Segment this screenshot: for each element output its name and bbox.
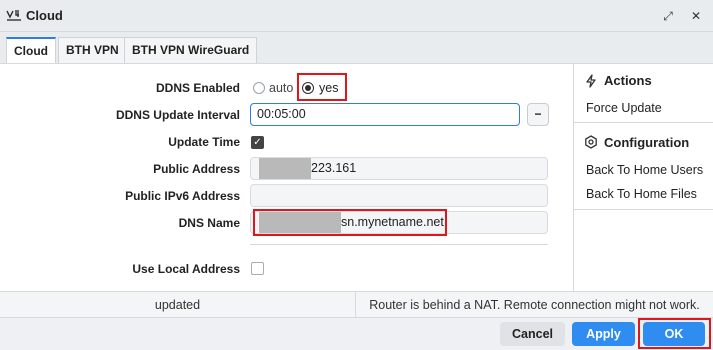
restore-window-icon[interactable]: ⤢ — [660, 8, 676, 24]
hexagon-gear-icon — [585, 135, 597, 149]
public-address-label: Public Address — [153, 162, 240, 176]
close-window-icon[interactable]: ✕ — [688, 8, 704, 24]
actions-heading: Actions — [604, 73, 652, 88]
dialog-button-row: Cancel Apply OK — [0, 318, 713, 350]
title-bar: Cloud ⤢ ✕ — [0, 0, 713, 32]
configuration-heading: Configuration — [604, 135, 690, 150]
app-icon — [6, 10, 21, 21]
highlight-box — [253, 209, 447, 236]
divider — [250, 244, 548, 245]
dns-name-label: DNS Name — [178, 216, 240, 230]
ddns-yes-label[interactable]: yes — [319, 81, 338, 95]
status-right: Router is behind a NAT. Remote connectio… — [369, 298, 700, 312]
use-local-address-label: Use Local Address — [132, 262, 240, 276]
public-address-field: 223.161 — [250, 157, 548, 180]
settings-form: DDNS Enabled auto yes DDNS Update Interv… — [0, 63, 573, 291]
tab-bar: Cloud BTH VPN BTH VPN WireGuard — [0, 32, 713, 64]
tab-bth-vpn[interactable]: BTH VPN — [58, 37, 127, 63]
force-update-link[interactable]: Force Update — [586, 101, 662, 115]
ddns-enabled-label: DDNS Enabled — [155, 81, 240, 95]
remove-interval-button[interactable]: − — [527, 103, 549, 126]
redacted-block — [259, 158, 311, 179]
use-local-address-checkbox[interactable] — [251, 262, 264, 275]
public-ipv6-address-field — [250, 184, 548, 207]
update-time-checkbox[interactable]: ✓ — [251, 136, 264, 149]
window-title: Cloud — [26, 8, 63, 23]
public-address-value: 223.161 — [311, 161, 357, 175]
status-left: updated — [154, 298, 201, 312]
divider — [574, 122, 713, 123]
highlight-box — [638, 318, 711, 349]
public-ipv6-address-label: Public IPv6 Address — [125, 189, 240, 203]
ddns-update-interval-label: DDNS Update Interval — [115, 108, 240, 122]
ddns-auto-radio[interactable] — [253, 82, 265, 94]
ddns-update-interval-input[interactable]: 00:05:00 — [250, 103, 520, 126]
tab-cloud[interactable]: Cloud — [6, 37, 56, 64]
ddns-auto-label[interactable]: auto — [269, 81, 293, 95]
back-to-home-users-link[interactable]: Back To Home Users — [586, 163, 703, 177]
status-bar: updated Router is behind a NAT. Remote c… — [0, 291, 713, 318]
back-to-home-files-link[interactable]: Back To Home Files — [586, 187, 697, 201]
divider — [574, 209, 713, 210]
tab-bth-vpn-wireguard[interactable]: BTH VPN WireGuard — [124, 37, 258, 63]
ddns-yes-radio[interactable] — [302, 82, 314, 94]
right-sidebar: Actions Force Update Configuration Back … — [573, 63, 713, 291]
lightning-icon — [586, 74, 596, 88]
apply-button[interactable]: Apply — [572, 322, 635, 346]
update-time-label: Update Time — [168, 135, 240, 149]
cancel-button[interactable]: Cancel — [500, 322, 565, 346]
